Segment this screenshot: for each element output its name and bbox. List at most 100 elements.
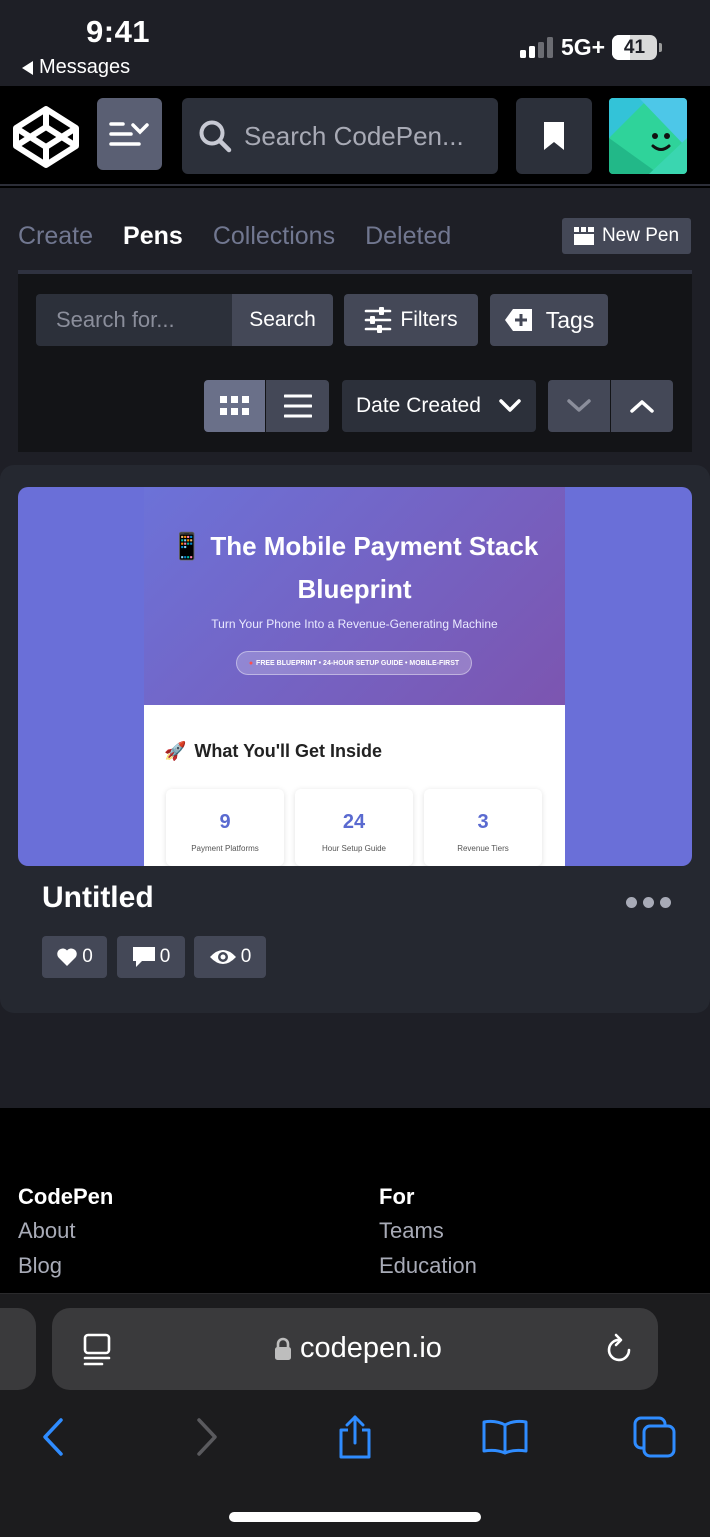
pen-search-field[interactable] bbox=[36, 294, 232, 346]
site-footer: CodePen About Blog For Teams Education bbox=[0, 1108, 710, 1293]
tab-create[interactable]: Create bbox=[18, 222, 93, 251]
like-count: 0 bbox=[82, 946, 93, 967]
tab-collections[interactable]: Collections bbox=[213, 222, 335, 251]
tag-plus-icon bbox=[504, 309, 532, 331]
bookmark-button[interactable] bbox=[516, 98, 592, 174]
chevron-down-icon bbox=[499, 399, 521, 412]
preview-stat-card: 3 Revenue Tiers bbox=[424, 789, 542, 866]
footer-link-education[interactable]: Education bbox=[379, 1253, 477, 1288]
grid-view-icon bbox=[219, 396, 249, 415]
eye-icon bbox=[209, 950, 236, 964]
home-indicator bbox=[229, 1512, 481, 1522]
tags-label: Tags bbox=[545, 306, 595, 333]
preview-title: 📱 The Mobile Payment Stack Blueprint bbox=[154, 525, 555, 611]
back-triangle-icon bbox=[22, 60, 33, 75]
tags-button[interactable]: Tags bbox=[490, 294, 608, 346]
cellular-signal-icon bbox=[520, 36, 553, 58]
like-button[interactable]: 0 bbox=[42, 936, 107, 978]
preview-badge: ● FREE BLUEPRINT • 24-HOUR SETUP GUIDE •… bbox=[236, 651, 472, 675]
codepen-logo-icon[interactable] bbox=[12, 104, 80, 170]
back-to-messages[interactable]: Messages bbox=[22, 56, 130, 79]
pen-search-input[interactable] bbox=[56, 307, 226, 333]
grid-blocks-icon bbox=[573, 227, 594, 245]
footer-heading: CodePen bbox=[18, 1184, 114, 1209]
share-button[interactable] bbox=[330, 1412, 380, 1462]
reader-page-icon[interactable] bbox=[82, 1333, 112, 1367]
menu-icon bbox=[108, 122, 149, 146]
sort-ascending-button[interactable] bbox=[611, 380, 673, 432]
network-type: 5G+ bbox=[561, 34, 606, 60]
previous-tab-peek[interactable] bbox=[0, 1308, 36, 1390]
list-view-button[interactable] bbox=[266, 380, 329, 432]
url-display: codepen.io bbox=[274, 1332, 442, 1365]
phone-emoji-icon: 📱 bbox=[170, 531, 204, 561]
comment-icon bbox=[132, 947, 155, 967]
preview-stat-label: Revenue Tiers bbox=[457, 844, 509, 853]
footer-link-about[interactable]: About bbox=[18, 1218, 113, 1253]
safari-nav-row bbox=[0, 1412, 710, 1462]
lock-icon bbox=[275, 1337, 291, 1360]
footer-column-for: For Teams Education bbox=[379, 1184, 477, 1288]
pen-card: 📱 The Mobile Payment Stack Blueprint Tur… bbox=[0, 465, 710, 1013]
filters-button[interactable]: Filters bbox=[344, 294, 478, 346]
battery-percent: 41 bbox=[623, 37, 646, 58]
bookmarks-button[interactable] bbox=[480, 1412, 530, 1462]
preview-page: 📱 The Mobile Payment Stack Blueprint Tur… bbox=[144, 487, 565, 866]
heart-icon bbox=[57, 948, 77, 966]
rocket-emoji-icon: 🚀 bbox=[164, 741, 187, 761]
header-search[interactable] bbox=[182, 98, 498, 174]
status-bar: 9:41 Messages 5G+ 41 bbox=[0, 0, 710, 86]
open-book-icon bbox=[482, 1419, 528, 1455]
footer-column-codepen: CodePen About Blog bbox=[18, 1184, 113, 1288]
bookmark-icon bbox=[544, 122, 564, 150]
new-pen-button[interactable]: New Pen bbox=[562, 218, 691, 254]
sort-descending-button[interactable] bbox=[548, 380, 610, 432]
chevron-up-icon bbox=[630, 400, 654, 413]
pen-title[interactable]: Untitled bbox=[42, 881, 154, 915]
battery-icon: 41 bbox=[612, 35, 657, 60]
safari-toolbar: codepen.io bbox=[0, 1293, 710, 1537]
forward-button[interactable] bbox=[182, 1412, 232, 1462]
tab-pens[interactable]: Pens bbox=[123, 222, 183, 251]
preview-subtitle: Turn Your Phone Into a Revenue-Generatin… bbox=[211, 617, 498, 631]
filters-label: Filters bbox=[400, 308, 458, 331]
menu-button[interactable] bbox=[97, 98, 162, 170]
sort-select[interactable]: Date Created bbox=[342, 380, 536, 432]
comment-button[interactable]: 0 bbox=[117, 936, 185, 978]
list-view-icon bbox=[283, 394, 312, 418]
search-button[interactable]: Search bbox=[232, 294, 333, 346]
battery-nub bbox=[659, 43, 662, 52]
preview-title-text: The Mobile Payment Stack Blueprint bbox=[210, 531, 539, 604]
grid-view-button[interactable] bbox=[204, 380, 265, 432]
views-button[interactable]: 0 bbox=[194, 936, 266, 978]
search-icon bbox=[199, 120, 232, 153]
more-options-icon[interactable] bbox=[626, 897, 671, 908]
tab-deleted[interactable]: Deleted bbox=[365, 222, 451, 251]
preview-section-title: What You'll Get Inside bbox=[194, 741, 383, 761]
chevron-down-icon bbox=[567, 399, 591, 412]
avatar[interactable] bbox=[609, 98, 687, 174]
main-content: Create Pens Collections Deleted New Pen … bbox=[0, 188, 710, 1108]
tab-bar: Create Pens Collections Deleted bbox=[18, 222, 451, 251]
preview-stat-label: Hour Setup Guide bbox=[321, 844, 387, 853]
chevron-right-icon bbox=[197, 1418, 217, 1456]
chevron-left-icon bbox=[43, 1418, 63, 1456]
back-button[interactable] bbox=[28, 1412, 78, 1462]
preview-stat-card: 9 Payment Platforms bbox=[166, 789, 284, 866]
back-app-label: Messages bbox=[39, 56, 131, 78]
tabs-button[interactable] bbox=[630, 1412, 680, 1462]
reload-icon[interactable] bbox=[605, 1333, 635, 1365]
header-search-input[interactable] bbox=[244, 120, 494, 152]
view-count: 0 bbox=[240, 946, 252, 967]
pen-preview[interactable]: 📱 The Mobile Payment Stack Blueprint Tur… bbox=[18, 487, 692, 866]
share-icon bbox=[339, 1415, 371, 1459]
address-bar[interactable]: codepen.io bbox=[52, 1308, 658, 1390]
preview-stat-label: Payment Platforms bbox=[191, 844, 259, 853]
comment-count: 0 bbox=[159, 946, 171, 967]
new-pen-label: New Pen bbox=[601, 225, 680, 246]
preview-stat-value: 24 bbox=[342, 811, 366, 833]
footer-link-teams[interactable]: Teams bbox=[379, 1218, 477, 1253]
footer-link-blog[interactable]: Blog bbox=[18, 1253, 113, 1288]
target-emoji-icon: ● bbox=[248, 659, 254, 667]
footer-heading: For bbox=[379, 1184, 415, 1209]
